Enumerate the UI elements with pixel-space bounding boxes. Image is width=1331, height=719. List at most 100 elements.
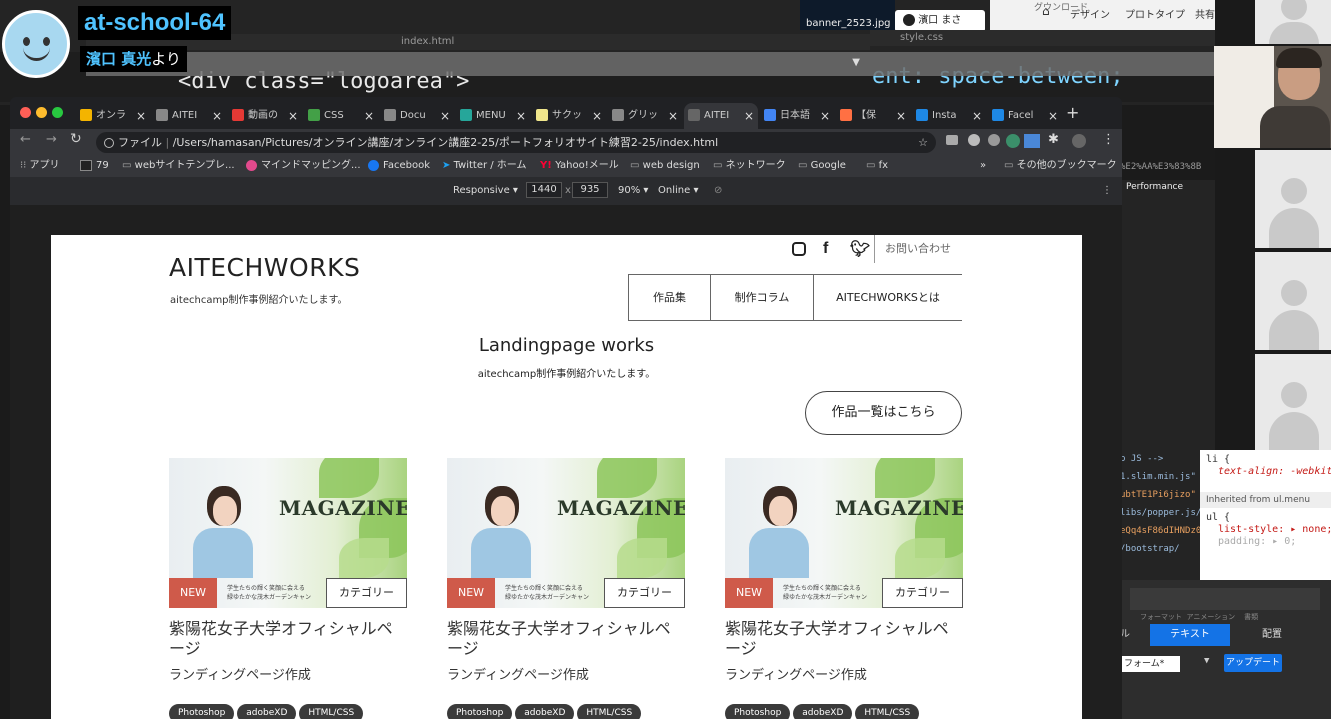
- reload-icon[interactable]: ↻: [70, 131, 82, 147]
- height-input[interactable]: 935: [572, 177, 608, 205]
- ext-icon[interactable]: [968, 134, 980, 146]
- browser-tab[interactable]: グリッ ×: [608, 103, 682, 129]
- rotate-icon[interactable]: ⊘: [714, 177, 722, 205]
- close-tab-icon[interactable]: ×: [668, 103, 678, 129]
- xd-tab-layout[interactable]: 配置: [1232, 624, 1312, 646]
- browser-tab[interactable]: 【保 ×: [836, 103, 910, 129]
- tag[interactable]: HTML/CSS: [577, 704, 642, 719]
- browser-tab[interactable]: Facel ×: [988, 103, 1062, 129]
- width-input[interactable]: 1440: [526, 177, 562, 205]
- participant-tile[interactable]: [1255, 0, 1331, 44]
- camera-ext-icon[interactable]: [946, 135, 958, 145]
- browser-tab[interactable]: Docu ×: [380, 103, 454, 129]
- browser-tab[interactable]: CSS ×: [304, 103, 378, 129]
- xd-dropdown-icon[interactable]: ▼: [1204, 656, 1209, 666]
- close-tab-icon[interactable]: ×: [1048, 103, 1058, 129]
- info-icon[interactable]: [104, 138, 114, 148]
- tag[interactable]: HTML/CSS: [299, 704, 364, 719]
- close-tab-icon[interactable]: ×: [440, 103, 450, 129]
- category-label[interactable]: カテゴリー: [604, 578, 685, 608]
- participant-tile[interactable]: [1255, 354, 1331, 452]
- tag[interactable]: adobeXD: [793, 704, 853, 719]
- close-tab-icon[interactable]: ×: [972, 103, 982, 129]
- menu-icon[interactable]: ⋮: [1102, 132, 1115, 147]
- browser-tab[interactable]: AITEI ×: [152, 103, 226, 129]
- devtools-tab-performance[interactable]: Performance: [1126, 182, 1183, 192]
- bookmark-item[interactable]: ➤ Twitter / ホーム: [442, 155, 527, 177]
- close-tab-icon[interactable]: ×: [896, 103, 906, 129]
- network-select[interactable]: Online ▾: [658, 177, 698, 205]
- browser-tab[interactable]: AITEI ×: [684, 103, 758, 129]
- category-label[interactable]: カテゴリー: [882, 578, 963, 608]
- url-field[interactable]: ファイル | /Users/hamasan/Pictures/オンライン講座/オ…: [96, 132, 936, 153]
- close-window-button[interactable]: [20, 107, 31, 118]
- close-tab-icon[interactable]: ×: [288, 103, 298, 129]
- work-card[interactable]: MAGAZINE 学生たちの輝く笑顔に会える 緑ゆたかな茂木ガーデンキャン NE…: [725, 458, 963, 719]
- browser-tab[interactable]: MENU ×: [456, 103, 530, 129]
- minimize-window-button[interactable]: [36, 107, 47, 118]
- xd-tab-text[interactable]: テキスト: [1150, 624, 1230, 646]
- forward-icon[interactable]: →: [46, 132, 57, 147]
- bookmark-item[interactable]: Y! Yahoo!メール: [540, 155, 619, 177]
- css-rule-prop[interactable]: padding: ▸ 0;: [1218, 536, 1296, 547]
- browser-tab[interactable]: Insta ×: [912, 103, 986, 129]
- xd-tab-design[interactable]: デザイン: [1070, 0, 1110, 30]
- xd-tab-prototype[interactable]: プロトタイプ: [1125, 0, 1185, 30]
- close-tab-icon[interactable]: ×: [744, 103, 754, 129]
- extensions-icon[interactable]: ✱: [1048, 132, 1059, 147]
- tag[interactable]: Photoshop: [169, 704, 235, 719]
- close-tab-icon[interactable]: ×: [364, 103, 374, 129]
- bookmark-apps[interactable]: ⁝⁝ アプリ: [20, 155, 60, 177]
- bookmark-other[interactable]: ▭ その他のブックマーク: [1004, 155, 1117, 177]
- zoom-select[interactable]: 90% ▾: [618, 177, 648, 205]
- dropdown-arrow-icon[interactable]: ▼: [852, 57, 860, 68]
- close-tab-icon[interactable]: ×: [516, 103, 526, 129]
- bookmarks-more[interactable]: »: [980, 155, 986, 177]
- editor-tab-style[interactable]: style.css: [870, 30, 1215, 46]
- bookmark-star-icon[interactable]: ☆: [918, 132, 928, 153]
- maximize-window-button[interactable]: [52, 107, 63, 118]
- bookmark-item[interactable]: ▭ ネットワーク: [713, 155, 786, 177]
- twitter-icon[interactable]: 🐦︎: [850, 239, 870, 258]
- tag[interactable]: adobeXD: [515, 704, 575, 719]
- back-icon[interactable]: ←: [20, 132, 31, 147]
- profile-icon[interactable]: [1072, 134, 1086, 148]
- ext-icon[interactable]: [1024, 134, 1040, 148]
- instagram-icon[interactable]: [792, 242, 806, 256]
- contact-link[interactable]: お問い合わせ: [874, 235, 966, 263]
- ext-icon[interactable]: [1006, 134, 1020, 148]
- css-rule-prop[interactable]: list-style: ▸ none;: [1218, 524, 1331, 535]
- participant-tile[interactable]: [1255, 150, 1331, 248]
- tag[interactable]: HTML/CSS: [855, 704, 920, 719]
- browser-tab[interactable]: 動画の ×: [228, 103, 302, 129]
- work-card[interactable]: MAGAZINE 学生たちの輝く笑顔に会える 緑ゆたかな茂木ガーデンキャン NE…: [447, 458, 685, 719]
- facebook-icon[interactable]: f: [823, 240, 828, 258]
- close-tab-icon[interactable]: ×: [212, 103, 222, 129]
- tag[interactable]: Photoshop: [725, 704, 791, 719]
- bookmark-item[interactable]: ▭ fx: [866, 155, 888, 177]
- site-logo[interactable]: AITECHWORKS: [169, 253, 360, 282]
- tag[interactable]: adobeXD: [237, 704, 297, 719]
- participant-tile[interactable]: [1255, 252, 1331, 350]
- home-icon[interactable]: ⌂: [1042, 4, 1050, 18]
- close-tab-icon[interactable]: ×: [820, 103, 830, 129]
- participant-camera[interactable]: [1214, 46, 1331, 148]
- view-all-button[interactable]: 作品一覧はこちら: [805, 391, 962, 435]
- work-card[interactable]: MAGAZINE 学生たちの輝く笑顔に会える 緑ゆたかな茂木ガーデンキャン NE…: [169, 458, 407, 719]
- bookmark-item[interactable]: マインドマッピング...: [246, 155, 361, 177]
- new-tab-button[interactable]: +: [1066, 103, 1079, 122]
- nav-item-works[interactable]: 作品集: [628, 275, 710, 321]
- bookmark-item[interactable]: Facebook: [368, 155, 430, 177]
- xd-mode-switch[interactable]: [1130, 588, 1320, 610]
- nav-item-about[interactable]: AITECHWORKSとは: [813, 275, 962, 321]
- xd-tab-left[interactable]: ル: [1120, 624, 1150, 646]
- browser-tab[interactable]: オンラ ×: [76, 103, 150, 129]
- xd-update-button[interactable]: アップデート: [1224, 654, 1282, 672]
- ext-icon[interactable]: [988, 134, 1000, 146]
- category-label[interactable]: カテゴリー: [326, 578, 407, 608]
- close-tab-icon[interactable]: ×: [136, 103, 146, 129]
- tag[interactable]: Photoshop: [447, 704, 513, 719]
- browser-tab[interactable]: 日本語 ×: [760, 103, 834, 129]
- bookmark-item[interactable]: ▭ Google: [798, 155, 846, 177]
- nav-item-column[interactable]: 制作コラム: [710, 275, 813, 321]
